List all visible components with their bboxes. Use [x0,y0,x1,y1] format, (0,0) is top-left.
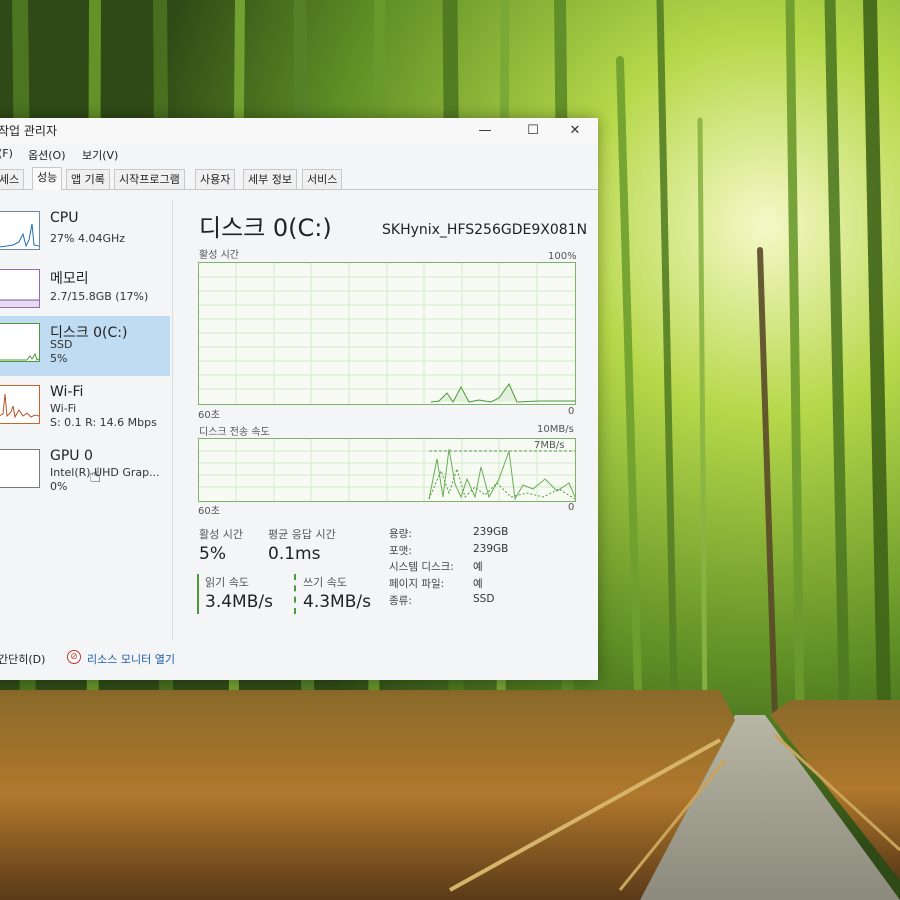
resource-wifi[interactable]: Wi-Fi Wi-Fi S: 0.1 R: 14.6 Mbps [0,378,170,438]
resource-cpu[interactable]: CPU 27% 4.04GHz [0,204,170,264]
resource-monitor-icon: ⊘ [67,650,81,664]
read-speed-label: 읽기 속도 [205,576,249,589]
open-resource-monitor-link[interactable]: 리소스 모니터 열기 [87,651,175,667]
resource-usage: 0% [50,480,68,493]
resource-name: GPU 0 [50,448,93,464]
system-disk-value: 예 [473,561,483,573]
maximize-button[interactable]: ☐ [518,121,548,141]
tab-performance[interactable]: 성능 [32,167,63,190]
active-time-label: 활성 시간 [199,528,243,541]
cpu-thumbnail-graph [0,211,40,250]
close-button[interactable]: ✕ [560,121,590,141]
active-time-graph-label: 활성 시간 [199,250,239,261]
response-time-value: 0.1ms [268,544,321,564]
tab-startup[interactable]: 시작프로그램 [114,169,185,189]
gpu-thumbnail-graph [0,449,40,488]
resource-disk[interactable]: 디스크 0(C:) SSD 5% [0,316,170,376]
resource-name: CPU [50,210,79,226]
resource-detail: Intel(R) UHD Grap... [50,466,160,479]
menu-options[interactable]: 옵션(O) [28,147,65,163]
disk-type-label: 종류: [389,595,412,607]
active-time-graph-max: 100% [548,251,577,262]
resource-name: 메모리 [50,271,89,287]
response-time-label: 평균 응답 시간 [268,528,336,541]
window-title: 작업 관리자 [0,124,58,138]
write-indicator-bar [294,574,296,614]
resource-detail: SSD [50,338,73,351]
active-time-graph [198,262,576,405]
formatted-value: 239GB [473,543,509,555]
fewer-details-button[interactable]: 간단히(D) [0,651,45,667]
resource-detail: 27% 4.04GHz [50,232,126,245]
active-time-axis-left: 60초 [198,410,220,421]
menu-view[interactable]: 보기(V) [82,147,118,163]
transfer-graph-inner-scale: 7MB/s [534,440,565,451]
capacity-label: 용량: [389,528,412,540]
wifi-thumbnail-graph [0,385,40,424]
disk-heading: 디스크 0(C:) [199,214,332,242]
disk-type-value: SSD [473,593,495,605]
resource-name: Wi-Fi [50,384,84,400]
resource-gpu[interactable]: GPU 0 Intel(R) UHD Grap... 0% [0,442,170,502]
transfer-graph-label: 디스크 전송 속도 [199,427,270,438]
transfer-axis-right: 0 [568,502,575,513]
tab-processes[interactable]: 세스 [0,169,25,189]
task-manager-window[interactable]: 작업 관리자 — ☐ ✕ (F) 옵션(O) 보기(V) 세스 성능 앱 기록 … [0,118,598,680]
disk-thumbnail-graph [0,323,40,362]
mouse-pointer-icon: ☝ [89,463,102,487]
transfer-axis-left: 60초 [198,506,220,517]
memory-thumbnail-graph [0,269,40,308]
resource-memory[interactable]: 메모리 2.7/15.8GB (17%) [0,262,170,322]
tab-services[interactable]: 서비스 [302,169,343,189]
system-disk-label: 시스템 디스크: [389,561,454,573]
transfer-rate-graph [198,438,576,502]
write-speed-label: 쓰기 속도 [303,576,347,589]
resource-detail: 2.7/15.8GB (17%) [50,290,149,303]
write-speed-value: 4.3MB/s [303,592,371,612]
formatted-label: 포맷: [389,545,412,557]
tab-bar: 세스 성능 앱 기록 시작프로그램 사용자 세부 정보 서비스 [0,167,598,190]
active-time-axis-right: 0 [568,406,575,417]
tab-users[interactable]: 사용자 [195,169,236,189]
tab-app-history[interactable]: 앱 기록 [66,169,110,189]
transfer-graph-max: 10MB/s [537,424,574,435]
resource-throughput: S: 0.1 R: 14.6 Mbps [50,416,157,429]
title-bar[interactable]: 작업 관리자 — ☐ ✕ [0,118,598,144]
minimize-button[interactable]: — [470,121,500,141]
menu-file[interactable]: (F) [0,147,13,160]
read-indicator-bar [197,574,199,614]
resource-detail: Wi-Fi [50,402,77,415]
page-file-label: 페이지 파일: [389,578,445,590]
active-time-value: 5% [199,544,226,564]
resource-usage: 5% [50,352,68,365]
read-speed-value: 3.4MB/s [205,592,273,612]
resource-list: CPU 27% 4.04GHz 메모리 2.7/15.8GB (17%) 디스크… [0,190,172,645]
capacity-value: 239GB [473,526,509,538]
menu-bar: (F) 옵션(O) 보기(V) [0,145,598,163]
tab-details[interactable]: 세부 정보 [243,169,297,189]
pane-divider[interactable] [172,200,173,640]
disk-model: SKHynix_HFS256GDE9X081N [382,222,588,238]
page-file-value: 예 [473,578,483,590]
